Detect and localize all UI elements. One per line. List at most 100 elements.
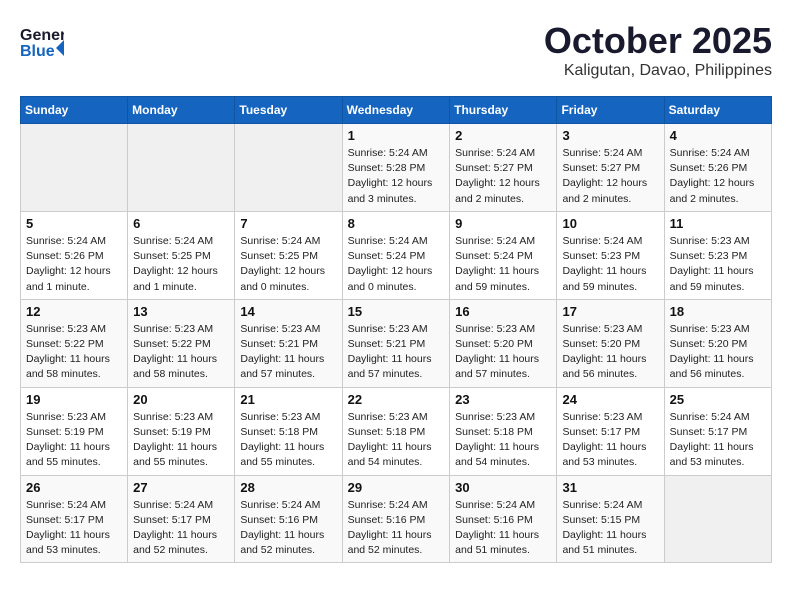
- day-number: 2: [455, 128, 551, 143]
- calendar-cell: 20 Sunrise: 5:23 AM Sunset: 5:19 PM Dayli…: [128, 387, 235, 475]
- day-info: Sunrise: 5:23 AM Sunset: 5:23 PM Dayligh…: [670, 234, 766, 295]
- day-info: Sunrise: 5:24 AM Sunset: 5:17 PM Dayligh…: [26, 498, 122, 559]
- day-number: 15: [348, 304, 445, 319]
- calendar-cell: 14 Sunrise: 5:23 AM Sunset: 5:21 PM Dayli…: [235, 299, 342, 387]
- day-number: 19: [26, 392, 122, 407]
- calendar-cell: 15 Sunrise: 5:23 AM Sunset: 5:21 PM Dayli…: [342, 299, 450, 387]
- weekday-friday: Friday: [557, 97, 664, 124]
- day-info: Sunrise: 5:23 AM Sunset: 5:21 PM Dayligh…: [348, 322, 445, 383]
- weekday-monday: Monday: [128, 97, 235, 124]
- week-row-1: 1 Sunrise: 5:24 AM Sunset: 5:28 PM Daylig…: [21, 124, 772, 212]
- weekday-tuesday: Tuesday: [235, 97, 342, 124]
- day-number: 26: [26, 480, 122, 495]
- calendar-cell: [235, 124, 342, 212]
- day-number: 27: [133, 480, 229, 495]
- day-info: Sunrise: 5:24 AM Sunset: 5:27 PM Dayligh…: [455, 146, 551, 207]
- day-number: 31: [562, 480, 658, 495]
- day-info: Sunrise: 5:23 AM Sunset: 5:20 PM Dayligh…: [562, 322, 658, 383]
- day-number: 5: [26, 216, 122, 231]
- day-info: Sunrise: 5:24 AM Sunset: 5:28 PM Dayligh…: [348, 146, 445, 207]
- day-number: 25: [670, 392, 766, 407]
- day-number: 18: [670, 304, 766, 319]
- week-row-2: 5Sunrise: 5:24 AM Sunset: 5:26 PM Daylig…: [21, 211, 772, 299]
- day-number: 20: [133, 392, 229, 407]
- day-number: 14: [240, 304, 336, 319]
- day-number: 21: [240, 392, 336, 407]
- title-block: October 2025 Kaligutan, Davao, Philippin…: [544, 20, 772, 80]
- calendar-cell: 4 Sunrise: 5:24 AM Sunset: 5:26 PM Daylig…: [664, 124, 771, 212]
- calendar-cell: 25 Sunrise: 5:24 AM Sunset: 5:17 PM Dayli…: [664, 387, 771, 475]
- day-info: Sunrise: 5:23 AM Sunset: 5:17 PM Dayligh…: [562, 410, 658, 471]
- day-number: 13: [133, 304, 229, 319]
- calendar-cell: [664, 475, 771, 563]
- calendar-table: SundayMondayTuesdayWednesdayThursdayFrid…: [20, 96, 772, 563]
- calendar-cell: 18 Sunrise: 5:23 AM Sunset: 5:20 PM Dayli…: [664, 299, 771, 387]
- day-number: 7: [240, 216, 336, 231]
- day-info: Sunrise: 5:23 AM Sunset: 5:22 PM Dayligh…: [26, 322, 122, 383]
- logo: General Blue: [20, 20, 64, 69]
- day-info: Sunrise: 5:23 AM Sunset: 5:19 PM Dayligh…: [133, 410, 229, 471]
- calendar-cell: 5Sunrise: 5:24 AM Sunset: 5:26 PM Daylig…: [21, 211, 128, 299]
- day-number: 16: [455, 304, 551, 319]
- calendar-cell: [21, 124, 128, 212]
- calendar-cell: 6 Sunrise: 5:24 AM Sunset: 5:25 PM Daylig…: [128, 211, 235, 299]
- day-info: Sunrise: 5:24 AM Sunset: 5:17 PM Dayligh…: [133, 498, 229, 559]
- day-number: 6: [133, 216, 229, 231]
- day-info: Sunrise: 5:24 AM Sunset: 5:23 PM Dayligh…: [562, 234, 658, 295]
- day-info: Sunrise: 5:23 AM Sunset: 5:22 PM Dayligh…: [133, 322, 229, 383]
- calendar-cell: 16 Sunrise: 5:23 AM Sunset: 5:20 PM Dayli…: [450, 299, 557, 387]
- svg-text:Blue: Blue: [20, 43, 55, 60]
- day-number: 28: [240, 480, 336, 495]
- day-info: Sunrise: 5:24 AM Sunset: 5:27 PM Dayligh…: [562, 146, 658, 207]
- page-header: General Blue October 2025 Kaligutan, Dav…: [20, 20, 772, 80]
- day-number: 10: [562, 216, 658, 231]
- calendar-cell: 11 Sunrise: 5:23 AM Sunset: 5:23 PM Dayli…: [664, 211, 771, 299]
- week-row-5: 26 Sunrise: 5:24 AM Sunset: 5:17 PM Dayli…: [21, 475, 772, 563]
- calendar-cell: 7 Sunrise: 5:24 AM Sunset: 5:25 PM Daylig…: [235, 211, 342, 299]
- month-title: October 2025: [544, 20, 772, 62]
- day-info: Sunrise: 5:23 AM Sunset: 5:20 PM Dayligh…: [670, 322, 766, 383]
- calendar-cell: 31Sunrise: 5:24 AM Sunset: 5:15 PM Dayli…: [557, 475, 664, 563]
- day-info: Sunrise: 5:23 AM Sunset: 5:18 PM Dayligh…: [348, 410, 445, 471]
- weekday-header-row: SundayMondayTuesdayWednesdayThursdayFrid…: [21, 97, 772, 124]
- day-number: 30: [455, 480, 551, 495]
- calendar-cell: 23Sunrise: 5:23 AM Sunset: 5:18 PM Dayli…: [450, 387, 557, 475]
- calendar-cell: 30 Sunrise: 5:24 AM Sunset: 5:16 PM Dayli…: [450, 475, 557, 563]
- day-number: 22: [348, 392, 445, 407]
- calendar-cell: 26 Sunrise: 5:24 AM Sunset: 5:17 PM Dayli…: [21, 475, 128, 563]
- day-number: 23: [455, 392, 551, 407]
- day-number: 4: [670, 128, 766, 143]
- svg-text:General: General: [20, 27, 64, 44]
- day-info: Sunrise: 5:23 AM Sunset: 5:21 PM Dayligh…: [240, 322, 336, 383]
- day-number: 11: [670, 216, 766, 231]
- day-number: 1: [348, 128, 445, 143]
- day-info: Sunrise: 5:24 AM Sunset: 5:24 PM Dayligh…: [455, 234, 551, 295]
- day-info: Sunrise: 5:24 AM Sunset: 5:25 PM Dayligh…: [133, 234, 229, 295]
- day-info: Sunrise: 5:24 AM Sunset: 5:16 PM Dayligh…: [240, 498, 336, 559]
- day-info: Sunrise: 5:23 AM Sunset: 5:19 PM Dayligh…: [26, 410, 122, 471]
- day-info: Sunrise: 5:24 AM Sunset: 5:26 PM Dayligh…: [670, 146, 766, 207]
- calendar-cell: 9 Sunrise: 5:24 AM Sunset: 5:24 PM Daylig…: [450, 211, 557, 299]
- week-row-4: 19 Sunrise: 5:23 AM Sunset: 5:19 PM Dayli…: [21, 387, 772, 475]
- calendar-body: 1 Sunrise: 5:24 AM Sunset: 5:28 PM Daylig…: [21, 124, 772, 563]
- day-info: Sunrise: 5:24 AM Sunset: 5:17 PM Dayligh…: [670, 410, 766, 471]
- day-number: 9: [455, 216, 551, 231]
- calendar-cell: 29 Sunrise: 5:24 AM Sunset: 5:16 PM Dayli…: [342, 475, 450, 563]
- day-info: Sunrise: 5:23 AM Sunset: 5:20 PM Dayligh…: [455, 322, 551, 383]
- day-number: 29: [348, 480, 445, 495]
- calendar-cell: [128, 124, 235, 212]
- calendar-cell: 24 Sunrise: 5:23 AM Sunset: 5:17 PM Dayli…: [557, 387, 664, 475]
- calendar-cell: 1 Sunrise: 5:24 AM Sunset: 5:28 PM Daylig…: [342, 124, 450, 212]
- week-row-3: 12 Sunrise: 5:23 AM Sunset: 5:22 PM Dayli…: [21, 299, 772, 387]
- calendar-cell: 21 Sunrise: 5:23 AM Sunset: 5:18 PM Dayli…: [235, 387, 342, 475]
- calendar-cell: 8Sunrise: 5:24 AM Sunset: 5:24 PM Daylig…: [342, 211, 450, 299]
- day-info: Sunrise: 5:24 AM Sunset: 5:25 PM Dayligh…: [240, 234, 336, 295]
- day-number: 24: [562, 392, 658, 407]
- day-number: 8: [348, 216, 445, 231]
- logo-icon: General Blue: [20, 20, 64, 69]
- day-info: Sunrise: 5:24 AM Sunset: 5:16 PM Dayligh…: [455, 498, 551, 559]
- weekday-sunday: Sunday: [21, 97, 128, 124]
- day-number: 12: [26, 304, 122, 319]
- day-info: Sunrise: 5:23 AM Sunset: 5:18 PM Dayligh…: [240, 410, 336, 471]
- day-info: Sunrise: 5:24 AM Sunset: 5:16 PM Dayligh…: [348, 498, 445, 559]
